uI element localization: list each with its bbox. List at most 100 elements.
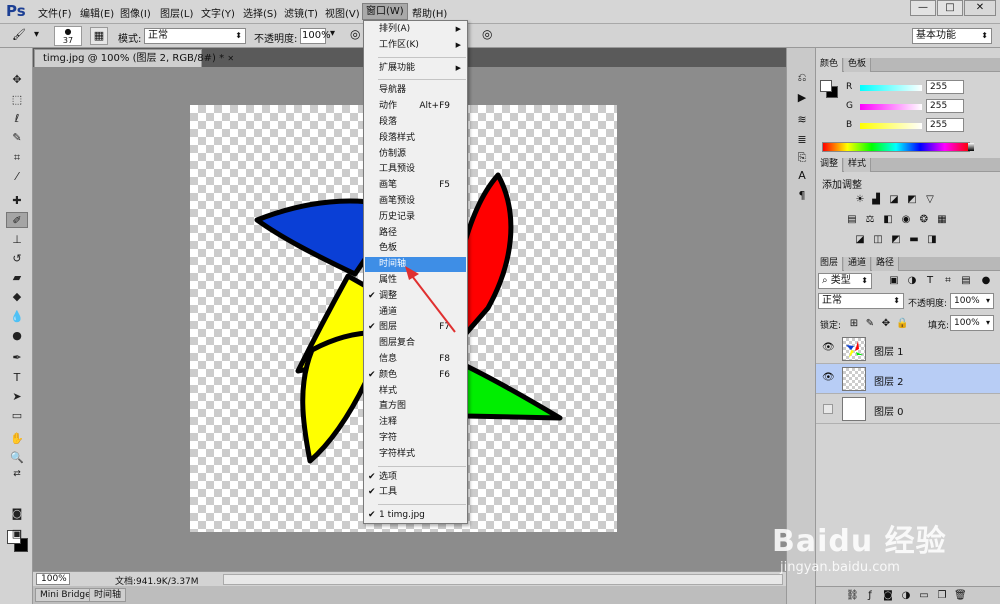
window-menu-item[interactable]: ✔ 工具 xyxy=(365,485,466,500)
window-menu-item[interactable]: 段落样式 xyxy=(365,131,466,146)
tablet-size-icon[interactable]: ◎ xyxy=(482,27,492,41)
lock-transparent-icon[interactable]: ⊞ xyxy=(848,318,860,330)
hand-tool-icon[interactable]: ✋ xyxy=(8,431,26,447)
window-menu-item[interactable]: 排列(A) ▶ xyxy=(365,22,466,37)
layer-row-1[interactable]: 👁 图层 1 xyxy=(816,334,1000,364)
filter-toggle-icon[interactable]: ● xyxy=(980,275,992,287)
menu-layer[interactable]: 图层(L) xyxy=(160,5,193,20)
levels-icon[interactable]: ▟ xyxy=(870,194,882,206)
menu-edit[interactable]: 编辑(E) xyxy=(80,5,114,20)
posterize-icon[interactable]: ◫ xyxy=(872,234,884,246)
menu-image[interactable]: 图像(I) xyxy=(120,5,151,20)
brush-presets-icon[interactable]: ≣ xyxy=(793,132,811,148)
tab-styles[interactable]: 样式 xyxy=(844,158,872,172)
filter-type-icon[interactable]: T xyxy=(924,275,936,287)
curves-icon[interactable]: ◪ xyxy=(888,194,900,206)
menu-help[interactable]: 帮助(H) xyxy=(412,5,447,20)
tab-timeline[interactable]: 时间轴 xyxy=(89,588,127,602)
clone-stamp-tool-icon[interactable]: ⊥ xyxy=(8,232,26,248)
brush-tool-icon[interactable]: ✐ xyxy=(6,212,28,228)
selective-color-icon[interactable]: ◨ xyxy=(926,234,938,246)
red-value-input[interactable]: 255 xyxy=(926,80,964,94)
opacity-dropdown-icon[interactable]: ▾ xyxy=(330,28,335,39)
menu-filter[interactable]: 滤镜(T) xyxy=(284,5,318,20)
menu-window[interactable]: 窗口(W) xyxy=(362,3,408,20)
window-menu-item[interactable]: 字符 xyxy=(365,431,466,446)
layer-name[interactable]: 图层 1 xyxy=(874,343,904,358)
blur-tool-icon[interactable]: 💧 xyxy=(8,309,26,325)
tab-adjustments[interactable]: 调整 xyxy=(816,158,844,172)
red-slider[interactable] xyxy=(860,85,922,91)
window-menu-item[interactable]: 画笔 F5 xyxy=(365,178,466,193)
actions-panel-icon[interactable]: ▶ xyxy=(793,90,811,106)
close-button[interactable]: ✕ xyxy=(964,0,996,16)
tablet-pressure-icon[interactable]: ◎ xyxy=(350,27,360,41)
lock-all-icon[interactable]: 🔒 xyxy=(896,318,908,330)
window-menu-item[interactable]: 扩展功能 ▶ xyxy=(365,61,466,76)
window-menu-item[interactable]: 历史记录 xyxy=(365,210,466,225)
window-menu-item[interactable]: 工作区(K) ▶ xyxy=(365,38,466,53)
marquee-tool-icon[interactable]: ⬚ xyxy=(8,92,26,108)
chevron-down-icon[interactable]: ▾ xyxy=(34,29,39,40)
paragraph-panel-icon[interactable]: ¶ xyxy=(793,188,811,204)
brush-panel-toggle-icon[interactable]: ▦ xyxy=(90,27,108,45)
path-select-tool-icon[interactable]: ➤ xyxy=(8,389,26,405)
opacity-input[interactable]: 100% xyxy=(300,28,331,44)
horizontal-scrollbar[interactable] xyxy=(223,574,783,585)
brush-preset-picker[interactable]: ● 37 xyxy=(54,26,82,46)
window-menu-item[interactable]: 导航器 xyxy=(365,83,466,98)
history-brush-tool-icon[interactable]: ↺ xyxy=(8,251,26,267)
visibility-eye-icon[interactable]: 👁 xyxy=(822,342,835,353)
color-balance-icon[interactable]: ⚖ xyxy=(864,214,876,226)
brush-tool-icon[interactable]: 🖌 xyxy=(10,27,28,45)
blue-slider[interactable] xyxy=(860,123,922,129)
filter-shape-icon[interactable]: ⌗ xyxy=(942,275,954,287)
window-menu-item[interactable]: 字符样式 xyxy=(365,447,466,462)
quick-mask-icon[interactable]: ◙ xyxy=(8,506,26,522)
type-tool-icon[interactable]: T xyxy=(8,370,26,386)
document-tab[interactable]: timg.jpg @ 100% (图层 2, RGB/8#) * ✕ xyxy=(34,49,234,67)
lasso-tool-icon[interactable]: ℓ xyxy=(8,111,26,127)
healing-brush-tool-icon[interactable]: ✚ xyxy=(8,193,26,209)
black-white-ramp[interactable] xyxy=(968,143,974,151)
window-menu-item[interactable]: ✔ 颜色 F6 xyxy=(365,368,466,383)
threshold-icon[interactable]: ◩ xyxy=(890,234,902,246)
window-menu-item[interactable]: 路径 xyxy=(365,226,466,241)
layer-filter-select[interactable]: ⌕ 类型 ⬍ xyxy=(818,273,872,289)
mode-select[interactable]: 正常 ⬍ xyxy=(144,28,246,44)
panel-foreground-swatch[interactable] xyxy=(820,80,832,92)
menu-type[interactable]: 文字(Y) xyxy=(201,5,235,20)
photo-filter-icon[interactable]: ◉ xyxy=(900,214,912,226)
color-lookup-icon[interactable]: ▦ xyxy=(936,214,948,226)
tab-layers[interactable]: 图层 xyxy=(816,257,844,271)
window-menu-item[interactable]: 动作 Alt+F9 xyxy=(365,99,466,114)
quick-select-tool-icon[interactable]: ✎ xyxy=(8,130,26,146)
tab-color[interactable]: 颜色 xyxy=(816,58,844,72)
invert-icon[interactable]: ◪ xyxy=(854,234,866,246)
layer-name[interactable]: 图层 2 xyxy=(874,373,904,388)
filter-smart-object-icon[interactable]: ▤ xyxy=(960,275,972,287)
filter-adjustment-icon[interactable]: ◑ xyxy=(906,275,918,287)
swap-colors-icon[interactable]: ⇄ xyxy=(8,466,26,482)
menu-select[interactable]: 选择(S) xyxy=(243,5,277,20)
blend-mode-select[interactable]: 正常 ⬍ xyxy=(818,293,904,309)
green-value-input[interactable]: 255 xyxy=(926,99,964,113)
history-panel-icon[interactable]: ⎌ xyxy=(793,70,811,86)
layer-opacity-input[interactable]: 100% ▾ xyxy=(950,293,994,309)
shape-tool-icon[interactable]: ▭ xyxy=(8,408,26,424)
vibrance-icon[interactable]: ▽ xyxy=(924,194,936,206)
tab-paths[interactable]: 路径 xyxy=(872,257,900,271)
black-white-icon[interactable]: ◧ xyxy=(882,214,894,226)
layer-row-2[interactable]: 👁 图层 2 xyxy=(816,364,1000,394)
move-tool-icon[interactable]: ✥ xyxy=(8,72,26,88)
character-panel-icon[interactable]: A xyxy=(793,168,811,184)
workspace-select[interactable]: 基本功能 ⬍ xyxy=(912,28,992,44)
brush-panel-icon[interactable]: ≋ xyxy=(793,112,811,128)
blue-value-input[interactable]: 255 xyxy=(926,118,964,132)
visibility-toggle-off[interactable] xyxy=(823,404,833,414)
crop-tool-icon[interactable]: ⌗ xyxy=(8,150,26,166)
window-menu-item[interactable]: 直方图 xyxy=(365,399,466,414)
color-spectrum-bar[interactable] xyxy=(822,142,970,152)
window-menu-item[interactable]: 段落 xyxy=(365,115,466,130)
window-menu-item[interactable]: 样式 xyxy=(365,384,466,399)
